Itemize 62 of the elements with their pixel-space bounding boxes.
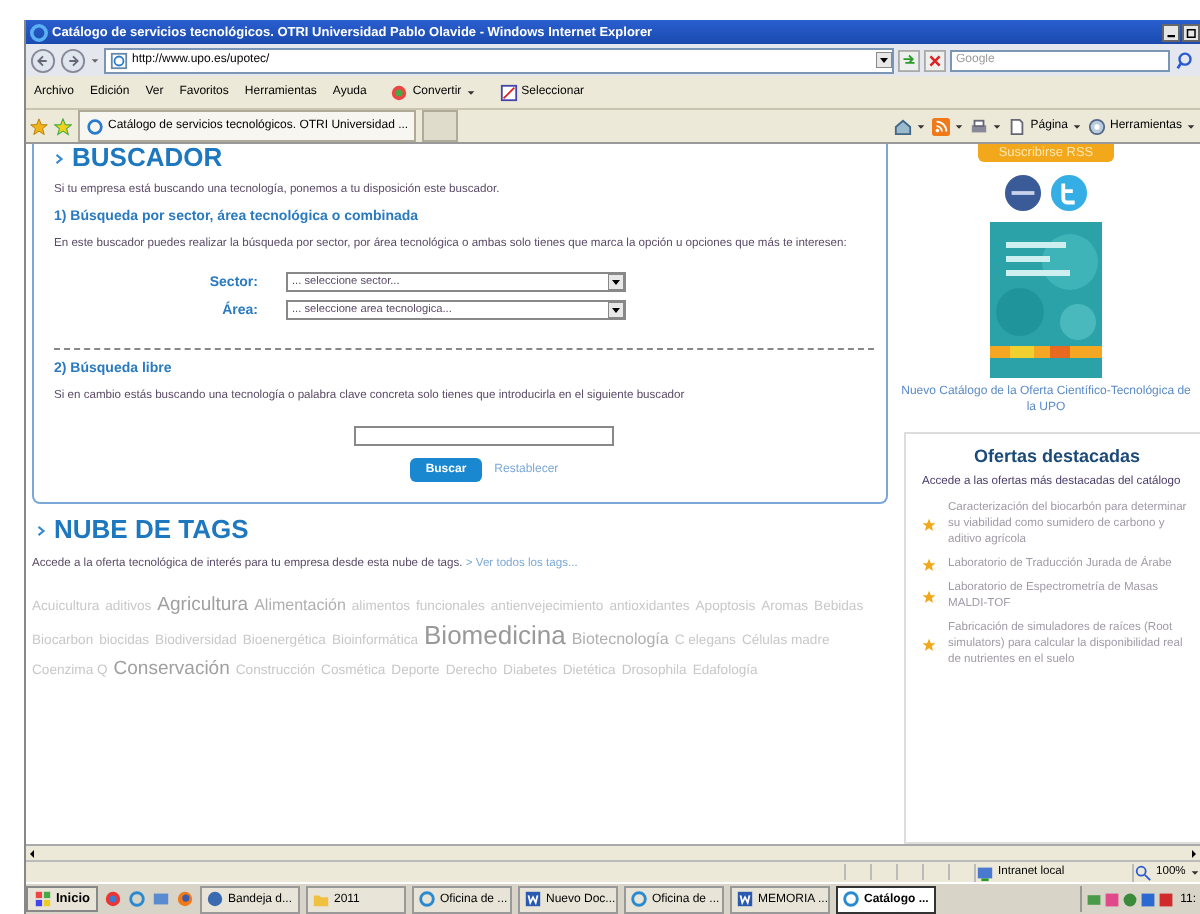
- mail-icon: [205, 890, 224, 908]
- star-icon: [922, 589, 936, 603]
- select-icon: [499, 83, 518, 101]
- tag-link[interactable]: Biomedicina: [424, 622, 566, 650]
- caret-icon: [465, 87, 476, 97]
- print-button[interactable]: [970, 117, 1003, 135]
- document-icon: [735, 890, 754, 908]
- star-icon: [922, 517, 936, 531]
- browser-icon: [417, 890, 436, 908]
- caret-icon: [992, 121, 1003, 131]
- browser-icon: [629, 890, 648, 908]
- horizontal-scrollbar[interactable]: [26, 844, 1200, 860]
- desktop-icon[interactable]: [151, 890, 170, 908]
- back-button[interactable]: [30, 47, 56, 73]
- minimize-button[interactable]: [1162, 23, 1180, 41]
- folder-icon: [311, 890, 330, 908]
- page-icon: [1008, 117, 1027, 135]
- dropdown-arrow-icon[interactable]: [876, 52, 892, 68]
- tag-link[interactable]: Conservación: [113, 656, 230, 684]
- favorites-star-icon[interactable]: [30, 117, 48, 135]
- feed-button[interactable]: [932, 117, 965, 135]
- magnifier-icon: [1134, 863, 1152, 881]
- document-icon: [523, 890, 542, 908]
- facebook-icon[interactable]: [1004, 174, 1042, 212]
- page-icon: [110, 51, 128, 69]
- browser-icon: [30, 23, 48, 41]
- star-icon: [922, 637, 936, 651]
- dropdown-arrow-icon: [608, 274, 624, 290]
- new-tab-button[interactable]: [422, 110, 459, 142]
- stop-icon[interactable]: [924, 49, 946, 71]
- caret-icon: [1186, 121, 1196, 131]
- section-heading: BUSCADOR: [72, 144, 223, 172]
- restore-icon: [1185, 26, 1197, 38]
- section-heading: NUBE DE TAGS: [54, 516, 249, 544]
- tag-link[interactable]: Agricultura: [157, 592, 249, 620]
- home-button[interactable]: [894, 117, 927, 135]
- restore-button[interactable]: [1182, 23, 1200, 41]
- browser-icon[interactable]: [175, 890, 194, 908]
- tag-link[interactable]: Biotecnología: [571, 626, 669, 654]
- page-icon: [86, 117, 104, 135]
- caret-icon: [916, 121, 927, 131]
- keyword-field[interactable]: [354, 426, 614, 446]
- convert-icon: [390, 83, 409, 101]
- forward-button[interactable]: [60, 47, 86, 73]
- monitor-icon: [976, 863, 994, 881]
- gear-icon: [1087, 117, 1106, 135]
- chevron-icon: [54, 151, 64, 165]
- panel-title: Ofertas destacadas: [971, 446, 1143, 466]
- caret-icon: [954, 121, 965, 131]
- add-favorite-icon[interactable]: [54, 117, 72, 135]
- rss-icon: [932, 117, 951, 135]
- home-icon: [894, 117, 913, 135]
- tag-link[interactable]: Alimentación: [254, 592, 346, 620]
- chevron-icon: [36, 523, 46, 537]
- browser-icon: [841, 890, 860, 908]
- dropdown-arrow-icon: [608, 302, 624, 318]
- caret-icon: [1071, 121, 1082, 131]
- windows-logo-icon: [34, 890, 52, 908]
- caret-icon: [1189, 867, 1200, 877]
- search-icon[interactable]: [1174, 49, 1196, 71]
- star-icon: [922, 557, 936, 571]
- printer-icon: [970, 117, 989, 135]
